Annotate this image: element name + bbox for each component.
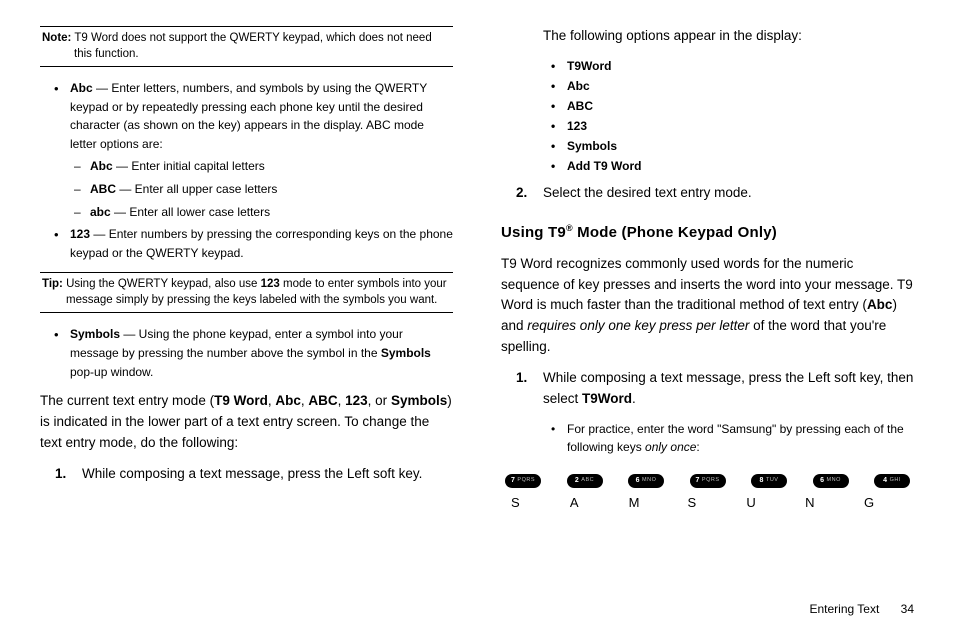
abc-sublist: Abc — Enter initial capital letters ABC … xyxy=(70,157,453,221)
n123-desc: — Enter numbers by pressing the correspo… xyxy=(70,227,453,260)
right-steps: While composing a text message, press th… xyxy=(501,368,914,456)
options-intro: The following options appear in the disp… xyxy=(543,26,914,47)
practice-list: For practice, enter the word "Samsung" b… xyxy=(543,420,914,456)
note-text: T9 Word does not support the QWERTY keyp… xyxy=(71,32,431,60)
phone-key-icon: 6MNO xyxy=(628,474,664,488)
two-columns: Note: T9 Word does not support the QWERT… xyxy=(40,26,914,513)
opt-ABC: ABC xyxy=(565,97,914,115)
right-step-2: Select the desired text entry mode. xyxy=(531,183,914,204)
footer: Entering Text 34 xyxy=(809,601,914,618)
letter: N xyxy=(805,494,841,513)
tip-label: Tip: xyxy=(42,278,63,290)
opt-add: Add T9 Word xyxy=(565,157,914,175)
left-column: Note: T9 Word does not support the QWERT… xyxy=(40,26,453,513)
manual-page: Note: T9 Word does not support the QWERT… xyxy=(0,0,954,636)
phone-key-icon: 7PQRS xyxy=(690,474,726,488)
section-heading: Using T9® Mode (Phone Keypad Only) xyxy=(501,222,914,244)
letter: G xyxy=(864,494,900,513)
letter: S xyxy=(511,494,547,513)
phone-key-icon: 8TUV xyxy=(751,474,787,488)
abc-sub-1: Abc — Enter initial capital letters xyxy=(88,157,453,176)
note-label: Note: xyxy=(42,32,71,44)
letter: S xyxy=(687,494,723,513)
abc-sub-2: ABC — Enter all upper case letters xyxy=(88,180,453,199)
opt-t9word: T9Word xyxy=(565,57,914,75)
note-box: Note: T9 Word does not support the QWERT… xyxy=(40,26,453,67)
opt-sym: Symbols xyxy=(565,137,914,155)
mode-123: 123 — Enter numbers by pressing the corr… xyxy=(68,225,453,262)
mode-abc: Abc — Enter letters, numbers, and symbol… xyxy=(68,79,453,221)
abc-sub-3: abc — Enter all lower case letters xyxy=(88,203,453,222)
key-row: 7PQRS 2ABC 6MNO 7PQRS 8TUV 6MNO 4GHI xyxy=(501,474,914,488)
phone-key-icon: 4GHI xyxy=(874,474,910,488)
footer-section: Entering Text xyxy=(809,602,879,616)
current-mode-paragraph: The current text entry mode (T9 Word, Ab… xyxy=(40,391,453,454)
right-steps-cont: Select the desired text entry mode. xyxy=(501,183,914,204)
mode-symbols: Symbols — Using the phone keypad, enter … xyxy=(68,325,453,381)
page-number: 34 xyxy=(901,602,914,616)
opt-abc: Abc xyxy=(565,77,914,95)
t9-paragraph: T9 Word recognizes commonly used words f… xyxy=(501,254,914,359)
phone-key-icon: 2ABC xyxy=(567,474,603,488)
phone-key-icon: 7PQRS xyxy=(505,474,541,488)
opt-123: 123 xyxy=(565,117,914,135)
right-step-1: While composing a text message, press th… xyxy=(531,368,914,456)
left-steps: While composing a text message, press th… xyxy=(40,464,453,485)
left-step-1: While composing a text message, press th… xyxy=(70,464,453,485)
abc-term: Abc xyxy=(70,81,93,95)
letter: A xyxy=(570,494,606,513)
options-list: T9Word Abc ABC 123 Symbols Add T9 Word xyxy=(501,57,914,175)
symbols-list: Symbols — Using the phone keypad, enter … xyxy=(40,325,453,381)
abc-desc: — Enter letters, numbers, and symbols by… xyxy=(70,81,427,151)
letter: M xyxy=(629,494,665,513)
n123-term: 123 xyxy=(70,227,90,241)
mode-list: Abc — Enter letters, numbers, and symbol… xyxy=(40,79,453,262)
tip-box: Tip: Using the QWERTY keypad, also use 1… xyxy=(40,272,453,313)
phone-key-icon: 6MNO xyxy=(813,474,849,488)
letter-row: S A M S U N G xyxy=(501,494,914,513)
practice-item: For practice, enter the word "Samsung" b… xyxy=(565,420,914,456)
right-column: The following options appear in the disp… xyxy=(501,26,914,513)
letter: U xyxy=(746,494,782,513)
